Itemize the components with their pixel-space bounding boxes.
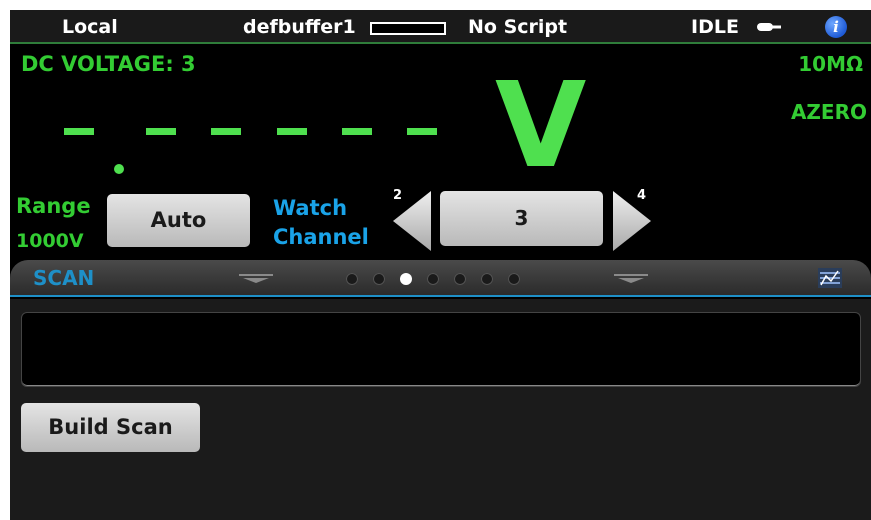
instrument-screen: Local defbuffer1 No Script IDLE i DC VOL…: [10, 10, 871, 520]
buffer-fill-bar[interactable]: [370, 22, 446, 35]
page-dot-active[interactable]: [400, 273, 412, 285]
trigger-state-indicator[interactable]: IDLE: [691, 16, 739, 38]
measure-function-label[interactable]: DC VOLTAGE: 3: [21, 52, 196, 76]
scan-list[interactable]: [21, 312, 861, 387]
reading-digit: [146, 128, 176, 135]
decimal-point: [114, 164, 124, 174]
next-channel-arrow-icon[interactable]: [613, 191, 653, 251]
remote-mode-indicator[interactable]: Local: [62, 16, 118, 38]
page-dot[interactable]: [427, 273, 439, 285]
info-icon[interactable]: i: [825, 16, 847, 38]
script-indicator[interactable]: No Script: [468, 16, 567, 38]
reading-digit: [64, 128, 94, 135]
swipe-panel-title: SCAN: [33, 266, 95, 290]
watch-channel-label: Watch: [273, 196, 348, 220]
reading-digit: [211, 128, 241, 135]
page-dot[interactable]: [346, 273, 358, 285]
scan-panel-icon[interactable]: [818, 268, 842, 288]
swipe-panel-header[interactable]: SCAN: [10, 260, 871, 297]
previous-channel-arrow-icon[interactable]: [391, 191, 431, 251]
reading-digit: [407, 128, 437, 135]
status-bar: Local defbuffer1 No Script IDLE i: [10, 10, 871, 44]
page-dot[interactable]: [481, 273, 493, 285]
range-button[interactable]: Auto: [107, 194, 250, 247]
range-value: 1000V: [16, 230, 84, 252]
input-impedance-indicator: 10MΩ: [798, 52, 863, 76]
collapse-grip-icon[interactable]: [239, 274, 273, 284]
active-buffer-indicator[interactable]: defbuffer1: [243, 16, 356, 38]
build-scan-button[interactable]: Build Scan: [21, 403, 200, 452]
reading-unit: V: [495, 56, 587, 194]
watch-channel-label-line2: Channel: [273, 225, 369, 249]
range-label: Range: [16, 194, 91, 218]
autozero-indicator: AZERO: [790, 100, 867, 124]
trigger-idle-icon[interactable]: [757, 20, 781, 34]
page-dot[interactable]: [508, 273, 520, 285]
page-dot[interactable]: [454, 273, 466, 285]
swipe-page-indicator[interactable]: [346, 273, 520, 285]
reading-digit: [342, 128, 372, 135]
page-dot[interactable]: [373, 273, 385, 285]
reading-digit: [277, 128, 307, 135]
swipe-panel-body: Build Scan: [10, 299, 871, 520]
collapse-grip-icon[interactable]: [614, 274, 648, 284]
watch-channel-button[interactable]: 3: [440, 191, 603, 246]
